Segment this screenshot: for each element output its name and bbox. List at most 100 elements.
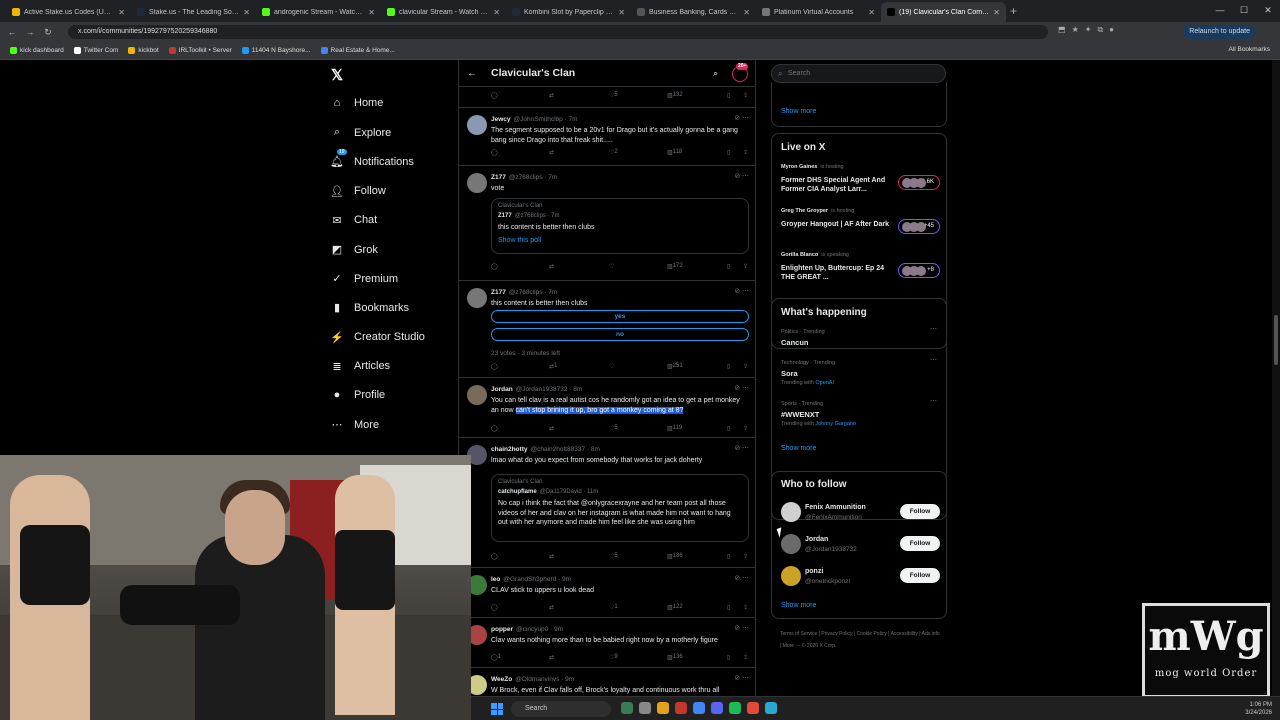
reply-icon[interactable]: ◯ [491,92,498,99]
reply-icon[interactable]: ◯ [491,553,498,560]
reply-icon[interactable]: ◯ [491,263,498,270]
puzzle-icon[interactable]: ⧉ [1097,25,1103,35]
author-name[interactable]: WeeZo [491,676,512,683]
views-icon[interactable]: ▥ 136 [667,654,683,661]
all-bookmarks[interactable]: All Bookmarks [1228,46,1270,53]
like-icon[interactable]: ♡ [609,263,614,270]
tab-close-icon[interactable]: ✕ [243,8,250,17]
nav-item-creator-studio[interactable]: ⚡ Creator Studio [330,331,425,344]
quoted-tweet[interactable]: Clavicular's Clan catchupflame @Da1179Davi… [491,474,749,542]
author-name[interactable]: Jewcy [491,116,511,123]
bookmark-item[interactable]: Real Estate & Home... [320,47,395,54]
app-icon[interactable] [675,702,687,714]
nav-item-articles[interactable]: ≣ Articles [330,360,390,373]
show-more-link[interactable]: Show more [781,445,816,452]
avatar[interactable] [467,288,487,308]
app-icon[interactable] [621,702,633,714]
follow-avatar[interactable] [781,502,801,522]
maximize-icon[interactable]: ☐ [1232,0,1256,20]
browser-tab[interactable]: Business Banking, Cards & Tre ✕ [631,2,756,22]
poll-option-no[interactable]: no [491,328,749,341]
author-name[interactable]: Z177 [491,289,506,296]
follow-name[interactable]: Fenix Ammunition [805,504,866,511]
system-clock[interactable]: 1:06 PM 3/24/2026 [1245,701,1272,717]
back-icon[interactable]: ← [6,27,18,37]
show-more-link[interactable]: Show more [781,108,816,115]
share-icon[interactable]: ⇪ [743,363,748,370]
bookmark-item[interactable]: Twitter Com [73,47,118,54]
views-icon[interactable]: ▥ 186 [667,553,683,560]
scrollbar[interactable] [1272,60,1280,696]
nav-item-bookmarks[interactable]: ▮ Bookmarks [330,301,409,315]
trend-name[interactable]: #WWENXT [781,410,819,419]
live-host-name[interactable]: Myron Gaines [781,164,817,170]
reply-icon[interactable]: ◯ [491,425,498,432]
more-options-icon[interactable]: ⊘ ⋯ [734,574,749,582]
tab-close-icon[interactable]: ✕ [993,8,1000,17]
extension-icon[interactable]: ✦ [1085,25,1092,35]
retweet-icon[interactable]: ⇄ 1 [549,363,557,370]
app-icon[interactable] [765,702,777,714]
tweet[interactable]: chain2hotty @chain2hott88337 · 8m ⊘ ⋯ lmao … [459,437,755,567]
browser-tab[interactable]: Active Stake.us Codes (Update ✕ [6,2,131,22]
like-icon[interactable]: ♡ 2 [609,149,618,156]
follow-name[interactable]: ponzi [805,568,823,575]
share-icon[interactable]: ⇪ [743,604,748,611]
browser-tab[interactable]: Stake.us - The Leading Social C ✕ [131,2,256,22]
share-icon[interactable]: ⇪ [743,263,748,270]
follow-button[interactable]: Follow [900,568,940,583]
retweet-icon[interactable]: ⇄ [549,92,554,99]
quoted-tweet[interactable]: Clavicular's Clan Z177 @z768clips · 7m this… [491,198,749,254]
like-icon[interactable]: ♡ 9 [609,654,618,661]
nav-item-chat[interactable]: ✉ Chat [330,214,377,227]
avatar[interactable] [467,385,487,405]
footer-links[interactable]: Terms of Service | Privacy Policy | Cook… [780,628,940,652]
trend-more-icon[interactable]: ⋯ [930,356,937,364]
new-tab-icon[interactable]: + [1010,4,1017,18]
bookmark-icon[interactable]: ▯ [727,553,730,560]
forward-icon[interactable]: → [24,27,36,37]
tweet[interactable]: leo @GrandSh3pherd · 9m ⊘ ⋯ CLAV stick to u… [459,567,755,617]
trend-name[interactable]: Sora [781,369,798,378]
share-icon[interactable]: ⇪ [743,654,748,661]
search-icon[interactable]: ⌕ [713,68,718,79]
follow-button[interactable]: Follow [900,536,940,551]
more-options-icon[interactable]: ⊘ ⋯ [734,674,749,682]
show-more-link[interactable]: Show more [781,602,816,609]
search-input[interactable]: Search [771,64,946,83]
browser-tab[interactable]: Kombini Slot by Paperclip Gam ✕ [506,2,631,22]
share-icon[interactable]: ⇪ [743,425,748,432]
reply-icon[interactable]: ◯ 1 [491,654,501,661]
nav-item-home[interactable]: ⌂ Home [330,97,384,109]
follow-name[interactable]: Jordan [805,536,828,543]
more-options-icon[interactable]: ⊘ ⋯ [734,172,749,180]
author-name[interactable]: chain2hotty [491,446,527,453]
nav-item-profile[interactable]: ● Profile [330,389,386,401]
views-icon[interactable]: ▥ 118 [667,149,682,156]
author-name[interactable]: Z177 [491,174,506,181]
live-title[interactable]: Enlighten Up, Buttercup: Ep 24 THE GREAT… [781,264,891,282]
install-icon[interactable]: ⬒ [1058,25,1066,35]
nav-item-notifications[interactable]: 🔔︎ Notifications 19 [330,149,414,168]
live-title[interactable]: Groyper Hangout | AF After Dark [781,220,891,229]
poll-option-yes[interactable]: yes [491,310,749,323]
more-options-icon[interactable]: ⊘ ⋯ [734,624,749,632]
trend-more-icon[interactable]: ⋯ [930,397,937,405]
share-icon[interactable]: ⇪ [743,553,748,560]
browser-tab[interactable]: clavicular Stream - Watch Live ✕ [381,2,506,22]
live-participants[interactable]: +3.6K [898,175,940,190]
bookmark-item[interactable]: kick dashboard [10,47,64,54]
reload-icon[interactable]: ↻ [42,27,54,38]
views-icon[interactable]: ▥ 122 [667,604,683,611]
retweet-icon[interactable]: ⇄ [549,553,554,560]
back-arrow-icon[interactable]: ← [467,68,477,79]
bookmark-icon[interactable]: ▯ [727,604,730,611]
nav-item-premium[interactable]: ✓ Premium [330,272,398,286]
author-name[interactable]: Jordan [491,386,513,393]
app-icon[interactable] [747,702,759,714]
live-host-name[interactable]: Greg The Groyper [781,208,828,214]
avatar[interactable] [467,173,487,193]
close-window-icon[interactable]: ✕ [1256,0,1280,20]
views-icon[interactable]: ▥ 251 [667,363,683,370]
retweet-icon[interactable]: ⇄ [549,604,554,611]
